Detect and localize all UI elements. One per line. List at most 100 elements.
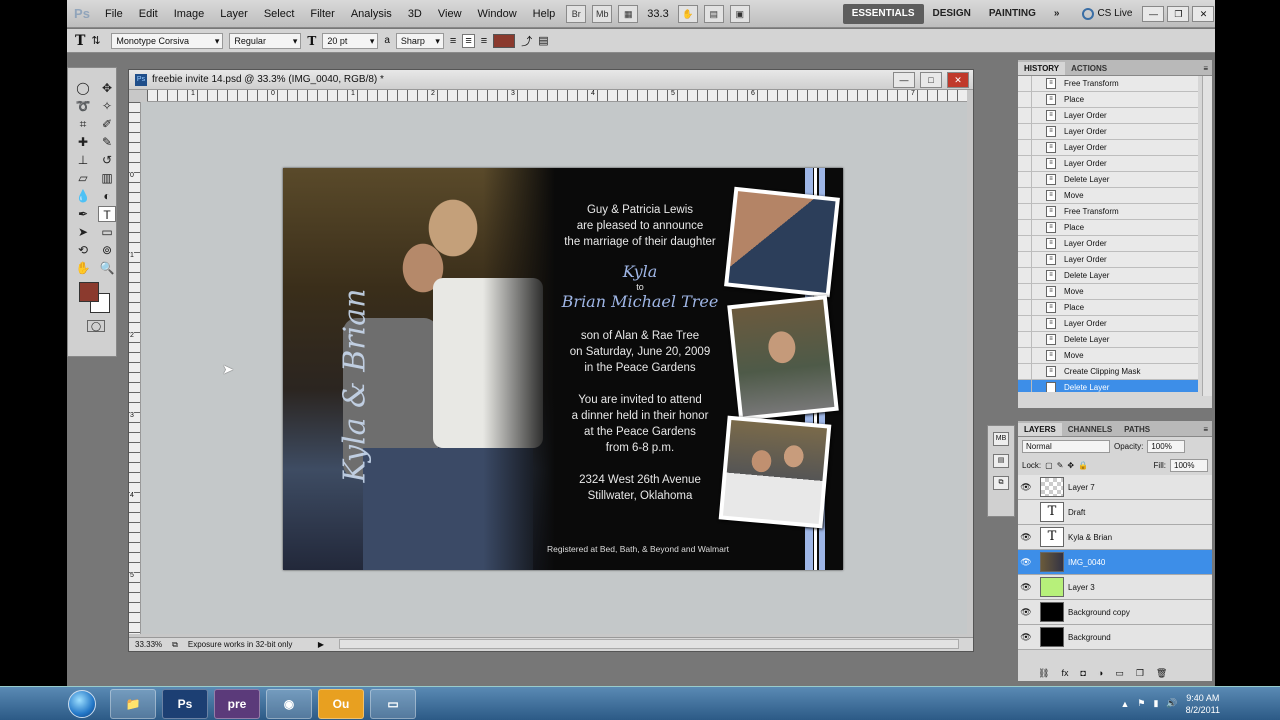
- document-title-bar[interactable]: Ps freebie invite 14.psd @ 33.3% (IMG_00…: [129, 70, 973, 90]
- taskbar-premiere-elements[interactable]: pre: [214, 688, 260, 719]
- history-source-checkbox[interactable]: [1018, 251, 1032, 268]
- history-item[interactable]: ≡ Move: [1018, 283, 1198, 300]
- action-center-icon[interactable]: ⚑: [1137, 698, 1145, 709]
- history-source-checkbox[interactable]: [1018, 91, 1032, 108]
- layer-row[interactable]: T Draft: [1018, 500, 1212, 525]
- canvas-area[interactable]: Kyla & Brian Guy & Patricia Lewis are pl…: [141, 102, 967, 634]
- tab-actions[interactable]: ACTIONS: [1065, 62, 1113, 75]
- taskbar-photoshop[interactable]: Ps: [162, 688, 208, 719]
- layers-menu-icon[interactable]: ≡: [1199, 423, 1212, 436]
- layer-row[interactable]: 👁 IMG_0040: [1018, 550, 1212, 575]
- healing-brush-icon[interactable]: ✚: [74, 134, 92, 150]
- restore-button[interactable]: ❐: [1167, 5, 1190, 22]
- eyedropper-icon[interactable]: ✐: [98, 116, 116, 132]
- visibility-eye-icon[interactable]: 👁: [1018, 557, 1034, 568]
- zoom-level[interactable]: 33.3: [647, 8, 668, 20]
- new-group-icon[interactable]: ▭: [1115, 668, 1124, 679]
- history-source-checkbox[interactable]: [1018, 187, 1032, 204]
- menu-select[interactable]: Select: [256, 0, 303, 28]
- shape-tool-icon[interactable]: ▭: [98, 224, 116, 240]
- history-item[interactable]: ≡ Delete Layer: [1018, 331, 1198, 348]
- visibility-eye-icon[interactable]: 👁: [1018, 532, 1034, 543]
- brush-tool-icon[interactable]: ✎: [98, 134, 116, 150]
- invitation-canvas[interactable]: Kyla & Brian Guy & Patricia Lewis are pl…: [283, 168, 843, 570]
- text-tool-preset-icon[interactable]: T: [75, 33, 85, 49]
- adjustment-layer-icon[interactable]: ◑: [1098, 668, 1103, 679]
- histogram-icon[interactable]: MB: [993, 432, 1009, 446]
- visibility-eye-icon[interactable]: 👁: [1018, 582, 1034, 593]
- status-info-icon[interactable]: ⧉: [172, 640, 178, 650]
- bridge-button[interactable]: Br: [566, 4, 587, 23]
- history-source-checkbox[interactable]: [1018, 203, 1032, 220]
- arrange-documents-icon[interactable]: ▤: [703, 4, 724, 23]
- workspace-painting[interactable]: PAINTING: [980, 4, 1045, 24]
- history-source-checkbox[interactable]: [1018, 379, 1032, 392]
- magic-wand-icon[interactable]: ✧: [98, 98, 116, 114]
- history-source-checkbox[interactable]: [1018, 123, 1032, 140]
- lasso-tool-icon[interactable]: ➰: [74, 98, 92, 114]
- character-panel-icon[interactable]: ▤: [538, 34, 548, 47]
- layer-style-icon[interactable]: fx: [1061, 668, 1068, 679]
- link-layers-icon[interactable]: ⛓: [1038, 668, 1049, 679]
- align-right-icon[interactable]: ≡: [481, 35, 487, 47]
- close-button[interactable]: ✕: [1192, 5, 1215, 22]
- vertical-ruler[interactable]: 0 1 2 3 4 5: [129, 102, 141, 634]
- type-tool-icon[interactable]: T: [98, 206, 116, 222]
- taskbar-window[interactable]: ▭: [370, 688, 416, 719]
- lock-transparency-icon[interactable]: ▢: [1045, 461, 1053, 470]
- history-source-checkbox[interactable]: [1018, 219, 1032, 236]
- history-source-checkbox[interactable]: [1018, 171, 1032, 188]
- move-tool-icon[interactable]: ✥: [98, 80, 116, 96]
- minimize-button[interactable]: —: [1142, 5, 1165, 22]
- anti-alias-select[interactable]: Sharp: [395, 32, 444, 49]
- tab-channels[interactable]: CHANNELS: [1062, 423, 1118, 436]
- dodge-tool-icon[interactable]: ◐: [98, 188, 116, 204]
- menu-view[interactable]: View: [430, 0, 470, 28]
- pen-tool-icon[interactable]: ✒: [74, 206, 92, 222]
- history-item[interactable]: ≡ Layer Order: [1018, 107, 1198, 124]
- clock[interactable]: 9:40 AM 8/2/2011: [1186, 692, 1220, 716]
- history-item[interactable]: ≡ Delete Layer: [1018, 267, 1198, 284]
- history-item[interactable]: ≡ Create Clipping Mask: [1018, 363, 1198, 380]
- status-text[interactable]: Exposure works in 32-bit only: [188, 640, 308, 649]
- history-item[interactable]: ≡ Move: [1018, 347, 1198, 364]
- panel-menu-icon[interactable]: ≡: [1199, 62, 1212, 75]
- cs-live-button[interactable]: CS Live: [1082, 7, 1132, 20]
- history-source-checkbox[interactable]: [1018, 363, 1032, 380]
- history-item[interactable]: ≡ Layer Order: [1018, 315, 1198, 332]
- history-brush-icon[interactable]: ↺: [98, 152, 116, 168]
- layer-row[interactable]: 👁 Background copy: [1018, 600, 1212, 625]
- font-family-select[interactable]: Monotype Corsiva: [111, 32, 224, 49]
- history-source-checkbox[interactable]: [1018, 299, 1032, 316]
- menu-analysis[interactable]: Analysis: [343, 0, 400, 28]
- add-mask-icon[interactable]: ◘: [1080, 668, 1085, 679]
- menu-file[interactable]: File: [97, 0, 131, 28]
- history-item[interactable]: ≡ Place: [1018, 219, 1198, 236]
- history-item[interactable]: ≡ Move: [1018, 187, 1198, 204]
- properties-icon[interactable]: ▤: [993, 454, 1009, 468]
- taskbar-outlook[interactable]: Ou: [318, 688, 364, 719]
- layer-row[interactable]: 👁 Background: [1018, 625, 1212, 650]
- lock-position-icon[interactable]: ✥: [1067, 461, 1074, 470]
- layer-row[interactable]: 👁 Layer 7: [1018, 475, 1212, 500]
- clone-source-icon[interactable]: ⧉: [993, 476, 1009, 490]
- history-source-checkbox[interactable]: [1018, 139, 1032, 156]
- horizontal-scrollbar[interactable]: [339, 639, 959, 649]
- new-layer-icon[interactable]: ❐: [1136, 668, 1144, 679]
- history-source-checkbox[interactable]: [1018, 267, 1032, 284]
- fill-input[interactable]: 100%: [1170, 459, 1208, 472]
- history-scrollbar[interactable]: [1202, 76, 1212, 396]
- blur-tool-icon[interactable]: 💧: [74, 188, 92, 204]
- menu-help[interactable]: Help: [525, 0, 564, 28]
- history-source-checkbox[interactable]: [1018, 347, 1032, 364]
- path-selection-icon[interactable]: ➤: [74, 224, 92, 240]
- history-item[interactable]: ≡ Delete Layer: [1018, 379, 1198, 392]
- history-item[interactable]: ≡ Layer Order: [1018, 123, 1198, 140]
- hand-tool-icon[interactable]: ✋: [74, 260, 92, 276]
- history-item[interactable]: ≡ Free Transform: [1018, 76, 1198, 92]
- menu-layer[interactable]: Layer: [212, 0, 256, 28]
- zoom-tool-icon[interactable]: 🔍: [98, 260, 116, 276]
- history-source-checkbox[interactable]: [1018, 235, 1032, 252]
- align-left-icon[interactable]: ≡: [450, 35, 456, 47]
- screen-mode-icon[interactable]: ▣: [729, 4, 750, 23]
